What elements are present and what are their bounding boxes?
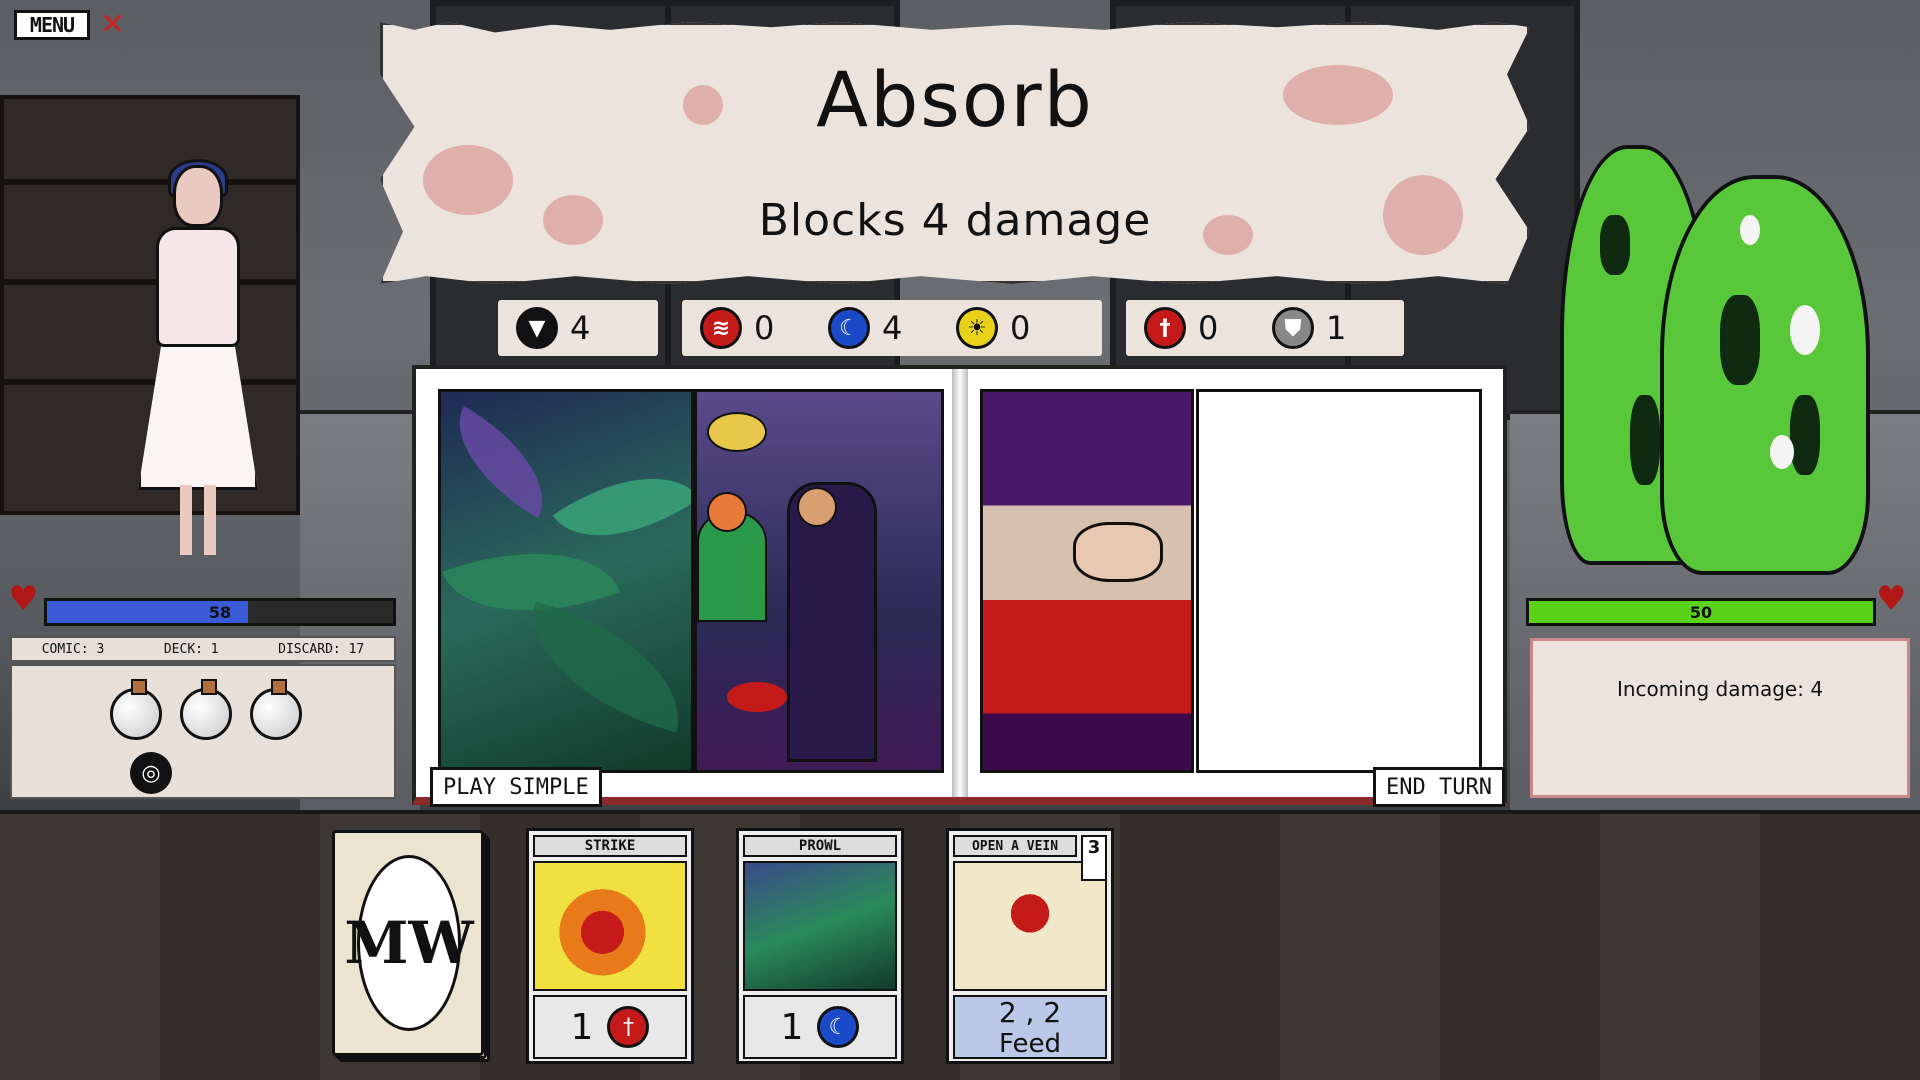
- card-art: [533, 861, 687, 991]
- player-heart-icon: ♥: [8, 579, 39, 619]
- card-corner-value: 3: [1087, 837, 1101, 858]
- slime-enemy[interactable]: [1540, 135, 1890, 575]
- fang-resource-panel: ▼ 4: [498, 300, 658, 356]
- book-gutter: [952, 369, 968, 797]
- hand-card-open-a-vein[interactable]: OPEN A VEIN 3 2 , 2 Feed: [946, 828, 1114, 1064]
- end-turn-button[interactable]: END TURN: [1373, 767, 1505, 807]
- comic-panel-hand: [980, 389, 1194, 773]
- red-value: 0: [754, 309, 775, 347]
- deck-logo: MW: [344, 855, 474, 1031]
- attack-value: 0: [1198, 309, 1219, 347]
- comic-panel-dinner: [694, 389, 944, 773]
- sword-icon: †: [1144, 307, 1186, 349]
- card-cost: 1 ☾: [743, 995, 897, 1059]
- enemy-health-bar: 50: [1526, 598, 1876, 626]
- card-effect: Feed: [998, 1028, 1062, 1059]
- comic-count: COMIC: 3: [41, 641, 105, 657]
- card-name: PROWL: [743, 835, 897, 857]
- incoming-damage-text: Incoming damage: 4: [1616, 677, 1824, 701]
- comic-panel-jungle: [438, 389, 694, 773]
- player-character: [128, 159, 268, 570]
- close-icon[interactable]: ✕: [100, 10, 125, 40]
- red-claw-icon: ≋: [700, 307, 742, 349]
- moon-value: 4: [882, 309, 903, 347]
- potion-slot-empty[interactable]: [110, 679, 162, 740]
- play-simple-button[interactable]: PLAY SIMPLE: [430, 767, 602, 807]
- menu-button[interactable]: MENU: [14, 10, 90, 40]
- fang-icon: ▼: [516, 307, 558, 349]
- moon-icon: ☾: [828, 307, 870, 349]
- card-cost-line: 2 , 2: [998, 995, 1062, 1029]
- card-name: STRIKE: [533, 835, 687, 857]
- potion-slot-empty[interactable]: [180, 679, 232, 740]
- draw-pile[interactable]: MW: [332, 830, 490, 1062]
- card-cost-value: 1: [570, 1006, 594, 1048]
- deck-info: COMIC: 3 DECK: 1 DISCARD: 17: [10, 636, 396, 662]
- incoming-damage-panel: Incoming damage: 4: [1530, 638, 1910, 798]
- shield-icon: ⛊: [1272, 307, 1314, 349]
- shield-value: 1: [1326, 309, 1347, 347]
- combat-resource-panel: † 0 ⛊ 1: [1126, 300, 1404, 356]
- enemy-heart-icon: ♥: [1876, 579, 1907, 619]
- essence-resource-panel: ≋ 0 ☾ 4 ☀ 0: [682, 300, 1102, 356]
- card-description-banner: Absorb Blocks 4 damage: [380, 22, 1530, 284]
- comic-panel-empty: [1196, 389, 1482, 773]
- enemy-health-value: 50: [1689, 602, 1713, 622]
- player-health-value: 58: [208, 602, 232, 622]
- card-cost-value: 1: [780, 1006, 804, 1048]
- card-effect-text: Blocks 4 damage: [758, 195, 1152, 246]
- potion-panel: ◎: [10, 664, 396, 799]
- moon-icon: ☾: [817, 1006, 860, 1048]
- card-name: OPEN A VEIN: [953, 835, 1077, 857]
- comic-book: PLAY SIMPLE END TURN: [412, 365, 1507, 807]
- card-cost: 2 , 2 Feed: [953, 995, 1107, 1059]
- sun-icon: ☀: [956, 307, 998, 349]
- discard-count: DISCARD: 17: [278, 641, 365, 657]
- fang-value: 4: [570, 309, 591, 347]
- player-health-bar: 58: [44, 598, 396, 626]
- hand-card-prowl[interactable]: PROWL 1 ☾: [736, 828, 904, 1064]
- card-corner-cost: 3: [1081, 835, 1107, 881]
- deck-count: DECK: 1: [163, 641, 219, 657]
- card-cost: 1 †: [533, 995, 687, 1059]
- relic-icon[interactable]: ◎: [130, 752, 172, 794]
- potion-slot-empty[interactable]: [250, 679, 302, 740]
- sun-value: 0: [1010, 309, 1031, 347]
- card-title: Absorb: [816, 55, 1094, 144]
- card-art: [743, 861, 897, 991]
- hand-card-strike[interactable]: STRIKE 1 †: [526, 828, 694, 1064]
- sword-icon: †: [607, 1006, 650, 1048]
